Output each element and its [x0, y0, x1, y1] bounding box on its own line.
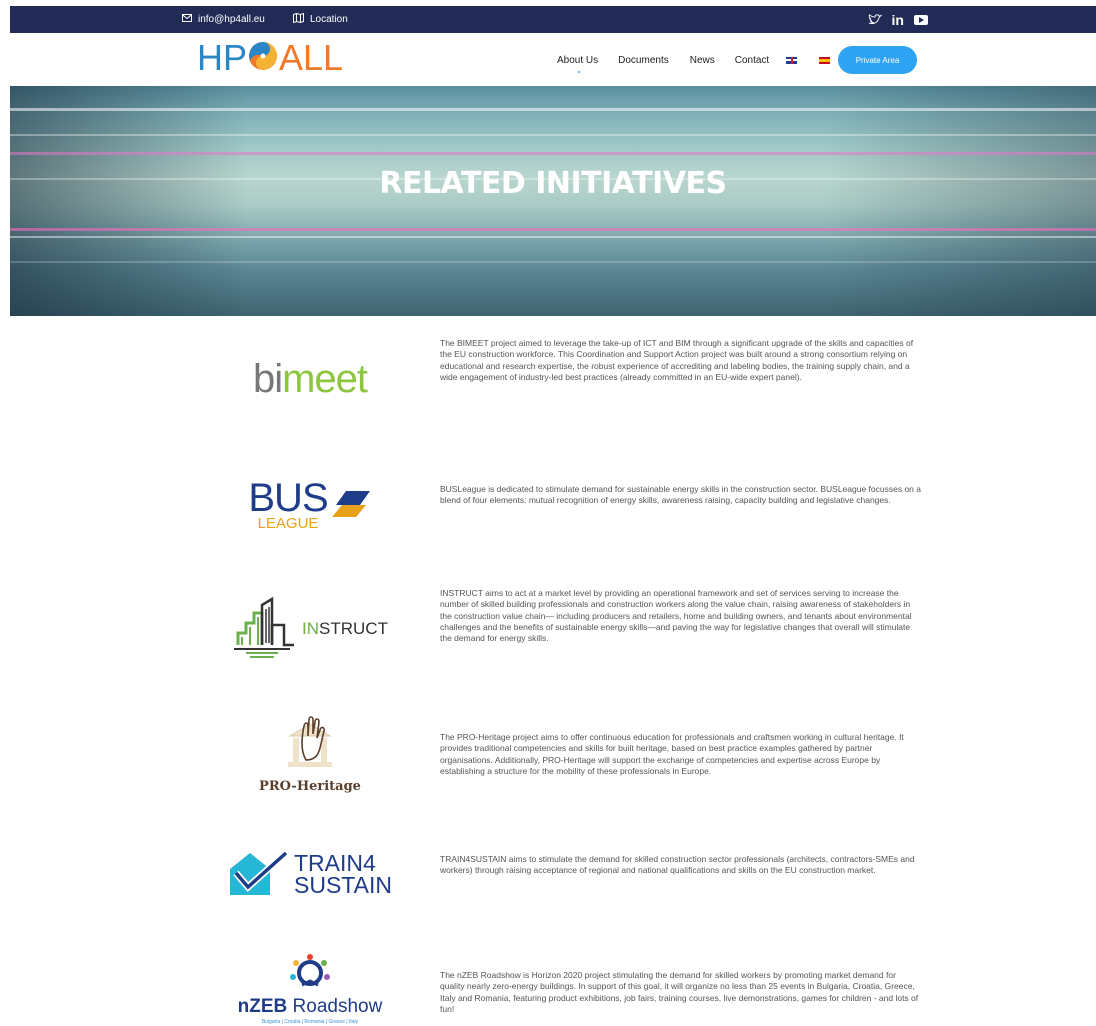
nzeb-logo-text: nZEB Roadshow — [238, 996, 383, 1018]
instruct-logo-struct: STRUCT — [319, 619, 388, 638]
busleague-logo-league: LEAGUE — [257, 515, 319, 532]
pro-heritage-logo-text: PRO-Heritage — [259, 779, 361, 794]
logo-swirl-icon — [247, 40, 279, 77]
nav-contact[interactable]: Contact — [735, 55, 769, 66]
twitter-icon[interactable] — [868, 14, 882, 25]
bimeet-logo-text: bimeet — [252, 357, 368, 401]
initiative-description: The PRO-Heritage project aims to offer c… — [440, 732, 904, 776]
initiative-description: BUSLeague is dedicated to stimulate dema… — [440, 484, 922, 506]
email-text: info@hp4all.eu — [198, 14, 265, 25]
social-links: in — [868, 6, 928, 33]
busleague-shape-icon — [331, 489, 372, 524]
nzeb-logo-nzeb: nZEB — [237, 996, 288, 1017]
train4sustain-logo-train: TRAIN4 — [294, 850, 376, 876]
nzeb-logo-countries: Bulgaria | Croatia | Romania | Greece | … — [261, 1019, 359, 1025]
main-nav: About Us Documents News Contact — [557, 47, 852, 73]
envelope-icon — [182, 14, 192, 25]
train4sustain-logo-sustain: SUSTAIN — [294, 872, 392, 898]
busleague-logo-bus: BUS — [248, 476, 328, 520]
hand-temple-icon — [284, 714, 336, 775]
linkedin-icon[interactable]: in — [892, 12, 904, 28]
site-header: HP ALL About Us Documents News Contact P… — [10, 33, 1096, 86]
bimeet-logo[interactable]: bimeet — [220, 356, 400, 402]
spanish-flag-icon[interactable] — [819, 56, 831, 64]
house-checkmark-icon — [228, 847, 290, 902]
bimeet-logo-bi: bi — [252, 357, 283, 401]
initiative-description: The nZEB Roadshow is Horizon 2020 projec… — [440, 970, 919, 1014]
initiative-description: INSTRUCT aims to act at a market level b… — [440, 588, 912, 644]
logo-text-all: ALL — [279, 37, 344, 78]
page: info@hp4all.eu Location in HP ALL About … — [10, 6, 1096, 1026]
page-title: RELATED INITIATIVES — [379, 166, 727, 201]
site-logo[interactable]: HP ALL — [197, 37, 344, 78]
youtube-icon[interactable] — [914, 14, 928, 25]
city-buildings-icon — [232, 595, 296, 664]
nav-news[interactable]: News — [690, 55, 715, 66]
location-link[interactable]: Location — [293, 6, 348, 33]
pro-heritage-logo[interactable]: PRO-Heritage — [220, 712, 400, 796]
nzeb-logo-roadshow: Roadshow — [292, 996, 383, 1017]
initiative-description: The BIMEET project aimed to leverage the… — [440, 338, 914, 382]
instruct-logo-text: INSTRUCT — [302, 619, 388, 639]
logo-text-hp: HP — [197, 37, 248, 78]
instruct-logo-in: IN — [302, 619, 320, 638]
busleague-logo[interactable]: BUS LEAGUE — [220, 478, 400, 534]
gear-people-icon — [288, 953, 332, 996]
location-text: Location — [310, 14, 348, 25]
nzeb-roadshow-logo[interactable]: nZEB Roadshow Bulgaria | Croatia | Roman… — [220, 952, 400, 1026]
hero-light-streak — [10, 108, 1096, 111]
busleague-logo-text: BUS LEAGUE — [248, 476, 328, 532]
hero-light-streak — [10, 228, 1096, 231]
top-bar: info@hp4all.eu Location in — [10, 6, 1096, 33]
hero-light-streak — [10, 236, 1096, 238]
train4sustain-logo-text: TRAIN4 SUSTAIN — [294, 850, 392, 898]
email-link[interactable]: info@hp4all.eu — [182, 6, 265, 33]
train4sustain-logo[interactable]: TRAIN4 SUSTAIN — [220, 846, 400, 902]
hero-light-streak — [10, 152, 1096, 155]
english-flag-icon[interactable] — [786, 56, 798, 64]
private-area-button[interactable]: Private Area — [838, 46, 917, 74]
instruct-logo[interactable]: INSTRUCT — [220, 594, 400, 664]
map-icon — [293, 12, 304, 26]
nav-documents[interactable]: Documents — [618, 55, 669, 66]
hero-light-streak — [10, 261, 1096, 263]
hero-light-streak — [10, 134, 1096, 136]
initiative-description: TRAIN4SUSTAIN aims to stimulate the dema… — [440, 854, 915, 876]
hero-banner: RELATED INITIATIVES — [10, 86, 1096, 316]
nav-about-us[interactable]: About Us — [557, 55, 598, 73]
bimeet-logo-meet: meet — [282, 357, 368, 401]
